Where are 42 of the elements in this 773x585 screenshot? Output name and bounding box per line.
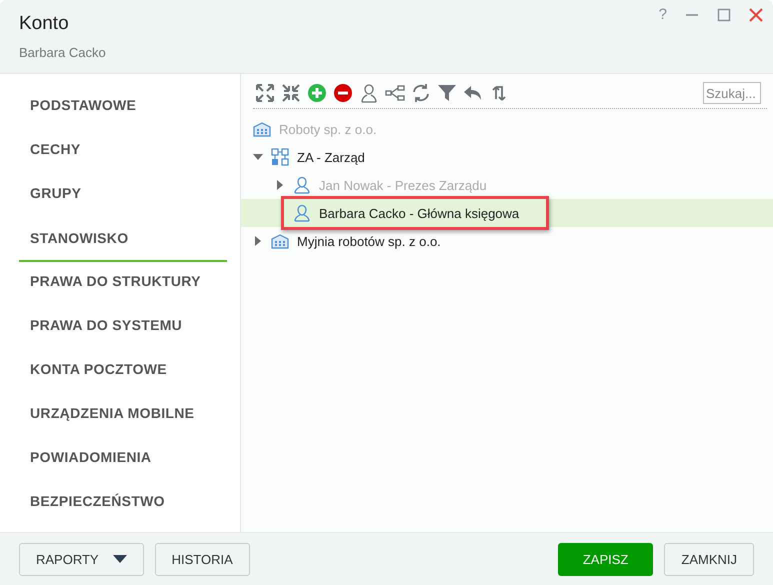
tree-item[interactable]: Myjnia robotów sp. z o.o. bbox=[297, 234, 441, 248]
sidebar-tab[interactable]: URZĄDZENIA MOBILNE bbox=[19, 396, 227, 440]
sidebar-tab[interactable]: KONTA POCZTOWE bbox=[19, 352, 227, 396]
sidebar-tab[interactable]: CECHY bbox=[19, 132, 227, 176]
sidebar-tab[interactable]: PRAWA DO SYSTEMU bbox=[19, 308, 227, 352]
person-icon bbox=[293, 204, 311, 222]
expand-icon[interactable] bbox=[255, 83, 275, 103]
sidebar-tab[interactable]: PODSTAWOWE bbox=[19, 88, 227, 132]
sidebar-tab[interactable]: GRUPY bbox=[19, 176, 227, 220]
search-field[interactable]: Szukaj... bbox=[703, 82, 761, 104]
caret-down-icon[interactable] bbox=[253, 152, 263, 162]
tree-row[interactable]: Myjnia robotów sp. z o.o. bbox=[241, 227, 773, 255]
maximize-icon[interactable] bbox=[717, 8, 731, 22]
action-button[interactable]: HISTORIA bbox=[154, 542, 250, 576]
person-icon[interactable] bbox=[359, 83, 379, 103]
filter-icon[interactable] bbox=[437, 83, 457, 103]
remove-icon[interactable] bbox=[333, 83, 353, 103]
caret-right-icon[interactable] bbox=[275, 180, 285, 190]
org-chart-icon bbox=[271, 148, 289, 166]
action-button[interactable]: ZAPISZ bbox=[558, 542, 654, 576]
sidebar-tab[interactable]: STANOWISKO bbox=[19, 220, 227, 262]
selected-row[interactable]: Barbara Cacko - Główna księgowa bbox=[241, 199, 773, 227]
building-icon bbox=[271, 233, 289, 249]
window-title: Konto bbox=[19, 13, 70, 35]
sidebar-tab[interactable]: BEZPIECZEŃSTWO bbox=[19, 484, 227, 528]
sidebar-tab[interactable]: PRAWA DO STRUKTURY bbox=[19, 264, 227, 308]
close-icon[interactable] bbox=[749, 8, 763, 22]
building-icon bbox=[253, 121, 271, 137]
tree-item[interactable]: ZA - Zarząd bbox=[297, 150, 365, 164]
add-icon[interactable] bbox=[307, 83, 327, 103]
hierarchy-icon[interactable] bbox=[385, 83, 405, 103]
tree-row[interactable]: ZA - Zarząd bbox=[241, 143, 773, 171]
refresh-icon[interactable] bbox=[411, 83, 431, 103]
collapse-icon[interactable] bbox=[281, 83, 301, 103]
sidebar-tab[interactable]: POWIADOMIENIA bbox=[19, 440, 227, 484]
action-button[interactable]: ZAMKNIJ bbox=[664, 542, 754, 576]
person-icon bbox=[293, 176, 311, 194]
caret-right-icon[interactable] bbox=[253, 236, 263, 246]
tree-item[interactable]: Barbara Cacko - Główna księgowa bbox=[319, 206, 520, 220]
dropdown-button[interactable]: RAPORTY bbox=[19, 542, 144, 576]
caret-down-icon bbox=[112, 555, 127, 563]
window-subtitle: Barbara Cacko bbox=[19, 45, 106, 60]
